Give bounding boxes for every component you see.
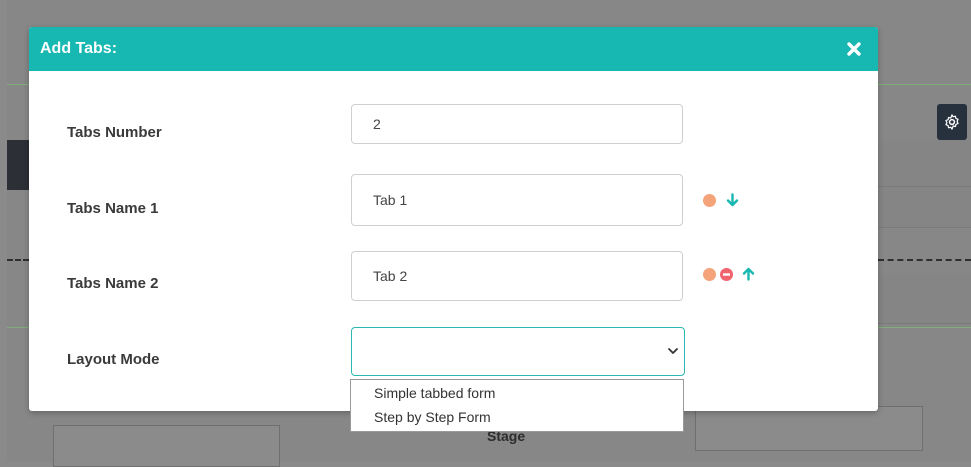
option-simple-tabbed-form[interactable]: Simple tabbed form xyxy=(374,385,495,401)
close-icon[interactable] xyxy=(846,41,862,57)
background-input xyxy=(695,406,923,451)
background-dashed-line xyxy=(878,259,971,261)
settings-gear-icon xyxy=(945,114,959,130)
settings-gear-button[interactable] xyxy=(937,104,967,140)
tab-name-2-label: Tabs Name 2 xyxy=(67,275,159,292)
chevron-down-icon xyxy=(668,348,678,354)
layout-mode-label: Layout Mode xyxy=(67,351,160,368)
arrow-up-icon[interactable] xyxy=(742,267,755,281)
dialog-title: Add Tabs: xyxy=(40,40,118,57)
option-step-by-step-form[interactable]: Step by Step Form xyxy=(374,409,491,425)
tabs-number-input[interactable] xyxy=(351,104,683,144)
background-row xyxy=(878,273,971,324)
background-row xyxy=(878,140,971,187)
tabs-number-label: Tabs Number xyxy=(67,124,162,141)
dialog-header: Add Tabs: xyxy=(29,27,878,71)
tab-name-1-label: Tabs Name 1 xyxy=(67,200,159,217)
tab-1-status-dot xyxy=(703,194,716,207)
add-tabs-dialog: Add Tabs: Tabs Number Tabs Name 1 Tabs N… xyxy=(29,27,878,411)
tab-name-2-input[interactable] xyxy=(351,251,683,301)
remove-icon[interactable] xyxy=(720,268,733,281)
layout-mode-select[interactable] xyxy=(351,327,685,376)
tab-name-1-input[interactable] xyxy=(351,174,683,226)
arrow-down-icon[interactable] xyxy=(726,193,739,207)
background-dark-tab xyxy=(7,140,29,190)
tab-2-status-dot xyxy=(703,268,716,281)
layout-mode-options: Simple tabbed form Step by Step Form xyxy=(350,379,684,432)
background-dashed-line xyxy=(7,259,29,261)
background-row xyxy=(878,187,971,228)
background-input xyxy=(53,425,280,467)
